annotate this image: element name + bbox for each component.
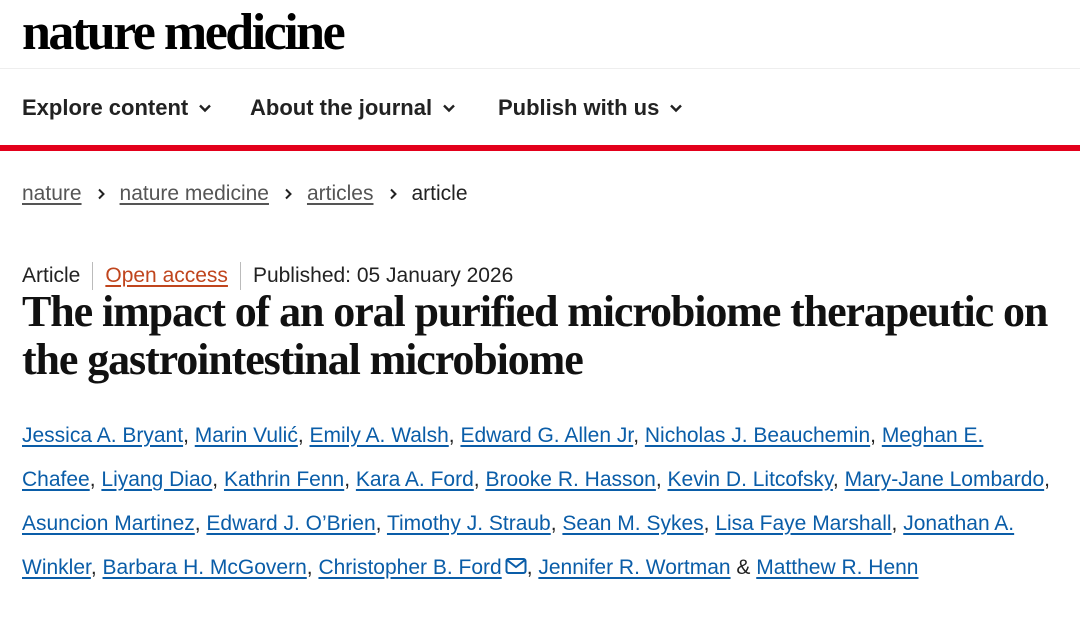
article-title: The impact of an oral purified microbiom… <box>22 287 1048 384</box>
chevron-down-icon <box>670 104 683 113</box>
open-access-link[interactable]: Open access <box>105 264 228 288</box>
journal-logo[interactable]: nature medicine <box>22 4 346 62</box>
nav-item-label: About the journal <box>250 95 433 120</box>
author-link[interactable]: Brooke R. Hasson <box>485 468 655 491</box>
published-date: Published: 05 January 2026 <box>252 264 514 287</box>
author-link[interactable]: Kara A. Ford <box>356 468 474 491</box>
chevron-down-icon <box>199 104 212 113</box>
nav-about-the-journal[interactable]: About the journal <box>250 95 458 121</box>
author-link[interactable]: Kathrin Fenn <box>224 468 344 491</box>
breadcrumb: nature nature medicine articles article <box>22 182 468 206</box>
author-link[interactable]: Emily A. Walsh <box>310 424 449 447</box>
masthead: nature medicine <box>0 0 1080 69</box>
author-link[interactable]: Lisa Faye Marshall <box>715 512 891 535</box>
chevron-right-icon <box>97 188 105 200</box>
author-link[interactable]: Matthew R. Henn <box>756 556 918 579</box>
author-link[interactable]: Marin Vulić <box>195 424 298 447</box>
nav-explore-content[interactable]: Explore content <box>22 95 214 121</box>
breadcrumb-current: article <box>411 182 468 205</box>
author-link[interactable]: Asuncion Martinez <box>22 512 195 535</box>
chevron-right-icon <box>285 188 292 200</box>
meta-divider <box>92 262 94 290</box>
author-link[interactable]: Mary-Jane Lombardo <box>845 468 1045 491</box>
author-link[interactable]: Nicholas J. Beauchemin <box>645 424 870 447</box>
author-link[interactable]: Edward J. O’Brien <box>206 512 375 535</box>
nav-publish-with-us[interactable]: Publish with us <box>498 95 685 121</box>
author-list: Jessica A. Bryant, Marin Vulić, Emily A.… <box>22 424 1050 579</box>
author-link[interactable]: Barbara H. McGovern <box>103 556 307 579</box>
author-link[interactable]: Jessica A. Bryant <box>22 424 183 447</box>
author-link[interactable]: Kevin D. Litcofsky <box>668 468 833 491</box>
chevron-down-icon <box>443 104 455 113</box>
article-meta: Article Open access Published: 05 Januar… <box>22 262 513 290</box>
meta-divider <box>239 262 241 290</box>
author-link[interactable]: Jennifer R. Wortman <box>538 556 730 579</box>
mail-icon[interactable] <box>505 557 527 575</box>
author-link[interactable]: Timothy J. Straub <box>387 512 551 535</box>
chevron-right-icon <box>389 188 397 200</box>
nav-item-label: Publish with us <box>498 95 660 120</box>
breadcrumb-nature-medicine[interactable]: nature medicine <box>120 182 269 206</box>
author-link[interactable]: Christopher B. Ford <box>318 556 501 579</box>
breadcrumb-articles[interactable]: articles <box>307 182 374 206</box>
author-link[interactable]: Edward G. Allen Jr <box>460 424 633 447</box>
author-link[interactable]: Liyang Diao <box>101 468 212 491</box>
author-link[interactable]: Sean M. Sykes <box>562 512 703 535</box>
author-conjunction: & <box>730 556 757 579</box>
main-nav: Explore content About the journal Publis… <box>0 69 1080 151</box>
article-type: Article <box>22 264 81 287</box>
nav-item-label: Explore content <box>22 95 189 120</box>
breadcrumb-nature[interactable]: nature <box>22 182 82 206</box>
